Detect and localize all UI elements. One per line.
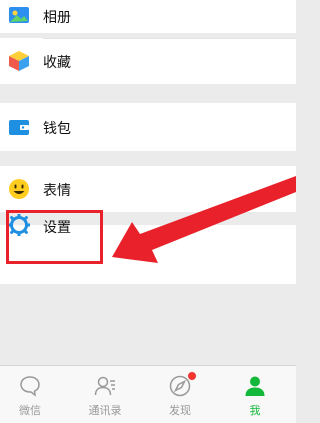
tab-label-contacts: 通讯录 <box>88 404 122 417</box>
tab-me[interactable]: 我 <box>225 372 285 418</box>
tab-label-discover: 发现 <box>169 404 191 417</box>
tab-wechat[interactable]: 微信 <box>0 372 60 418</box>
tab-contacts[interactable]: 通讯录 <box>75 372 135 418</box>
tab-label-me: 我 <box>249 404 261 417</box>
tab-label-wechat: 微信 <box>19 404 41 417</box>
chat-bubble-icon <box>20 376 40 397</box>
notification-dot <box>188 372 196 380</box>
wallet-icon <box>9 120 29 135</box>
bottom-tab-bar: 微信 通讯录 发现 我 <box>0 365 296 423</box>
menu-item-favorites[interactable]: 收藏 <box>0 38 296 84</box>
menu-label-wallet: 钱包 <box>43 121 71 137</box>
menu-item-album[interactable]: 相册 <box>0 0 296 33</box>
menu-label-favorites: 收藏 <box>43 55 71 71</box>
favorites-cube-icon <box>9 51 29 71</box>
row-divider <box>43 38 296 39</box>
smiley-icon <box>9 179 29 199</box>
album-icon <box>9 7 29 23</box>
menu-label-stickers: 表情 <box>43 183 71 199</box>
person-icon <box>245 376 265 396</box>
menu-label-album: 相册 <box>43 10 71 26</box>
red-arrow-annotation <box>112 176 296 263</box>
tab-discover[interactable]: 发现 <box>150 372 210 418</box>
menu-item-wallet[interactable]: 钱包 <box>0 103 296 151</box>
contacts-icon <box>94 376 115 396</box>
highlight-box <box>6 210 103 264</box>
